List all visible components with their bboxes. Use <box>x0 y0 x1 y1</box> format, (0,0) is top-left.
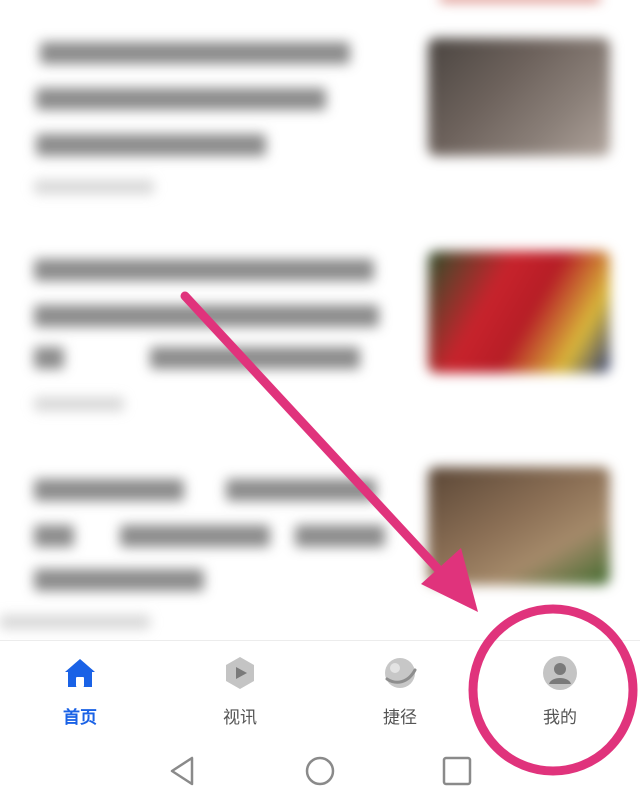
news-thumbnail <box>428 467 610 585</box>
news-title-line <box>120 525 270 547</box>
news-card[interactable] <box>0 30 640 230</box>
tab-shortcut-label: 捷径 <box>383 708 417 728</box>
feed-top-edge <box>440 0 600 2</box>
news-meta <box>0 615 150 629</box>
recents-square-icon[interactable] <box>440 754 474 788</box>
news-title-line <box>34 259 374 281</box>
tab-video-label: 视讯 <box>223 708 257 728</box>
home-icon <box>65 659 95 687</box>
phone-screen: 首页 视讯 捷径 我的 <box>0 0 640 807</box>
news-title-line <box>36 134 266 156</box>
tab-profile-label: 我的 <box>543 708 577 728</box>
news-title-line <box>40 42 350 64</box>
news-thumbnail <box>428 251 610 373</box>
news-title-line <box>295 525 385 547</box>
tab-profile[interactable]: 我的 <box>480 641 640 733</box>
news-meta <box>34 180 154 194</box>
news-title-line <box>36 88 326 110</box>
news-title-line <box>34 525 74 547</box>
news-title-line <box>34 569 204 591</box>
profile-avatar-icon <box>543 656 577 690</box>
tab-home[interactable]: 首页 <box>0 641 160 733</box>
news-title-line <box>34 305 379 327</box>
news-feed[interactable] <box>0 0 640 640</box>
news-title-line <box>34 479 184 501</box>
home-circle-icon[interactable] <box>303 754 337 788</box>
news-title-line <box>226 479 376 501</box>
back-triangle-icon[interactable] <box>166 754 200 788</box>
news-card[interactable] <box>0 465 640 635</box>
news-title-line <box>34 347 64 369</box>
news-thumbnail <box>428 38 610 156</box>
news-title-line <box>150 347 360 369</box>
tab-shortcut[interactable]: 捷径 <box>320 641 480 733</box>
tab-video[interactable]: 视讯 <box>160 641 320 733</box>
video-play-icon <box>226 657 254 689</box>
tab-home-label: 首页 <box>63 708 97 728</box>
bottom-navigation: 首页 视讯 捷径 我的 <box>0 640 640 733</box>
shortcut-planet-icon <box>385 658 417 688</box>
news-card[interactable] <box>0 245 640 445</box>
news-meta <box>34 397 124 411</box>
system-navigation-bar <box>0 732 640 807</box>
